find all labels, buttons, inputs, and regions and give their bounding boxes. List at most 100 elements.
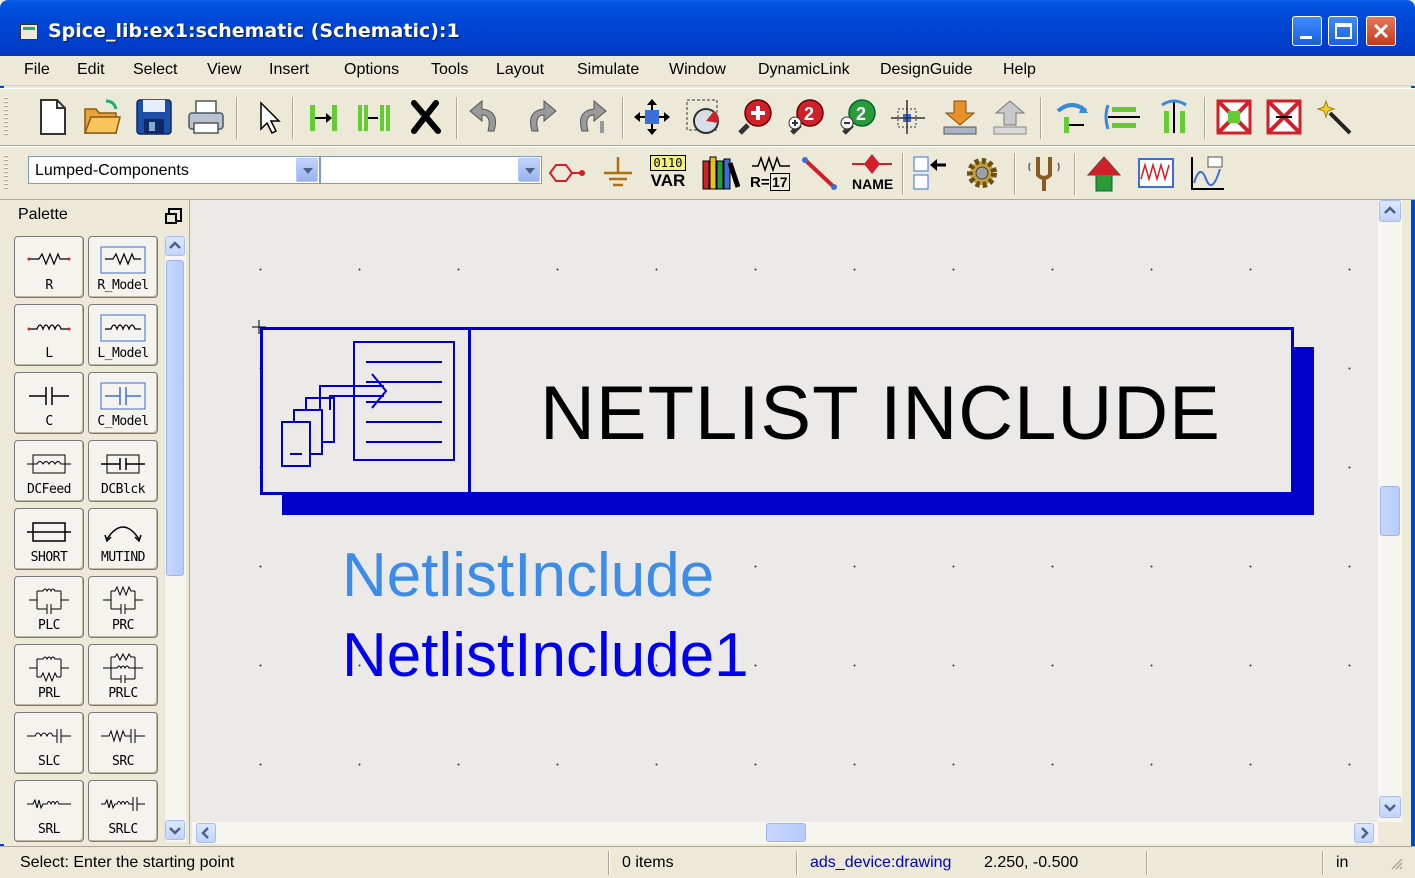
undo-button[interactable] [466, 95, 506, 139]
palette-item-slc[interactable]: SLC [14, 712, 84, 774]
menu-options[interactable]: Options [344, 61, 399, 79]
pop-out-button[interactable] [990, 95, 1030, 139]
palette-item-srl[interactable]: SRL [14, 780, 84, 842]
swap-pins-button[interactable] [910, 151, 950, 195]
menu-view[interactable]: View [207, 61, 241, 79]
insert-multi-button[interactable] [354, 95, 394, 139]
simulation-setup-button[interactable] [962, 151, 1002, 195]
restore-icon[interactable] [165, 208, 182, 224]
mirror-y-button[interactable] [1154, 95, 1194, 139]
palette-item-label: DCFeed [27, 482, 71, 497]
menu-simulate[interactable]: Simulate [577, 61, 639, 79]
instance-type-label[interactable]: NetlistInclude [342, 540, 714, 611]
delete-button[interactable] [406, 95, 446, 139]
palette-item-prc[interactable]: PRC [88, 576, 158, 638]
simulate-button[interactable] [1084, 151, 1124, 195]
library-button[interactable] [700, 151, 740, 195]
insert-wire-line-button[interactable] [800, 151, 840, 195]
chevron-up-icon [1384, 206, 1396, 214]
deactivate-short-button[interactable] [1264, 95, 1304, 139]
chevron-down-icon[interactable] [296, 158, 318, 182]
menu-help[interactable]: Help [1003, 61, 1036, 79]
component-select[interactable] [320, 156, 542, 184]
palette-item-r[interactable]: R [14, 236, 84, 298]
minimize-button[interactable] [1292, 16, 1322, 46]
wire-label-button[interactable]: NAME [850, 151, 893, 195]
ground-button[interactable] [598, 151, 638, 195]
palette-item-prlc[interactable]: PRLC [88, 644, 158, 706]
tuning-button[interactable] [1024, 151, 1064, 195]
toolbar-grip[interactable] [4, 97, 8, 137]
param-sweep-button[interactable]: R= 17 [750, 151, 790, 195]
var-button[interactable]: 0110 VAR [648, 151, 688, 195]
scroll-down-button[interactable] [1379, 796, 1401, 818]
palette-item-l[interactable]: L [14, 304, 84, 366]
pan-button[interactable] [632, 95, 672, 139]
palette-item-mutind[interactable]: MUTIND [88, 508, 158, 570]
scroll-down-button[interactable] [165, 820, 185, 840]
menu-edit[interactable]: Edit [77, 61, 105, 79]
palette-item-dcfeed[interactable]: DCFeed [14, 440, 84, 502]
port-button[interactable] [546, 151, 586, 195]
menu-window[interactable]: Window [669, 61, 726, 79]
resize-grip-icon[interactable] [1388, 855, 1404, 871]
insert-wire-button[interactable] [304, 95, 344, 139]
palette-item-srlc[interactable]: SRLC [88, 780, 158, 842]
schematic-canvas[interactable]: NETLIST INCLUDE NetlistInclude NetlistIn… [192, 200, 1378, 822]
menu-select[interactable]: Select [133, 61, 177, 79]
menu-layout[interactable]: Layout [496, 61, 544, 79]
scroll-left-button[interactable] [196, 823, 216, 843]
scroll-right-button[interactable] [1354, 823, 1374, 843]
palette-scroll-thumb[interactable] [166, 260, 184, 576]
deactivate-button[interactable] [1214, 95, 1254, 139]
rotate-button[interactable] [1052, 95, 1092, 139]
push-into-button[interactable] [940, 95, 980, 139]
scroll-up-button[interactable] [165, 236, 185, 256]
zoom-in-button[interactable] [734, 95, 774, 139]
canvas-hscroll-thumb[interactable] [766, 823, 806, 842]
select-pointer-button[interactable] [248, 95, 288, 139]
menu-dynamiclink[interactable]: DynamicLink [758, 61, 850, 79]
canvas-vertical-scrollbar[interactable] [1378, 200, 1402, 822]
plot-button[interactable] [1186, 151, 1226, 195]
zoom-area-button[interactable] [684, 95, 724, 139]
zoom-in-2-button[interactable]: 2 [786, 95, 826, 139]
menu-file[interactable]: File [24, 61, 50, 79]
palette-item-dcblock[interactable]: DCBlck [88, 440, 158, 502]
wizard-button[interactable] [1314, 95, 1354, 139]
canvas-vscroll-thumb[interactable] [1380, 486, 1400, 536]
status-item-count: 0 items [622, 854, 674, 871]
maximize-button[interactable] [1328, 16, 1358, 46]
palette-item-src[interactable]: SRC [88, 712, 158, 774]
palette-scrollbar[interactable] [164, 236, 186, 842]
palette-item-l-model[interactable]: L_Model [88, 304, 158, 366]
instance-name-label[interactable]: NetlistInclude1 [342, 620, 749, 691]
palette-item-plc[interactable]: PLC [14, 576, 84, 638]
save-button[interactable] [134, 95, 174, 139]
app-icon[interactable] [20, 24, 38, 40]
chevron-down-icon[interactable] [518, 158, 540, 182]
palette-item-prl[interactable]: PRL [14, 644, 84, 706]
palette-library-select[interactable]: Lumped-Components [28, 156, 320, 184]
scroll-up-button[interactable] [1379, 200, 1401, 222]
menu-tools[interactable]: Tools [431, 61, 468, 79]
new-button[interactable] [32, 95, 72, 139]
open-button[interactable] [82, 95, 122, 139]
palette-item-r-model[interactable]: R_Model [88, 236, 158, 298]
zoom-out-2-button[interactable]: 2 [838, 95, 878, 139]
repeat-button[interactable] [572, 95, 612, 139]
palette-item-short[interactable]: SHORT [14, 508, 84, 570]
view-all-button[interactable] [888, 95, 928, 139]
palette-item-label: L_Model [97, 346, 149, 361]
close-button[interactable] [1366, 16, 1396, 46]
toolbar-grip[interactable] [4, 155, 8, 191]
data-display-button[interactable] [1136, 151, 1176, 195]
menu-designguide[interactable]: DesignGuide [880, 61, 973, 79]
canvas-horizontal-scrollbar[interactable] [192, 822, 1378, 844]
menu-insert[interactable]: Insert [269, 61, 309, 79]
print-button[interactable] [186, 95, 226, 139]
redo-button[interactable] [520, 95, 560, 139]
mirror-x-button[interactable] [1104, 95, 1144, 139]
palette-item-c[interactable]: C [14, 372, 84, 434]
palette-item-c-model[interactable]: C_Model [88, 372, 158, 434]
